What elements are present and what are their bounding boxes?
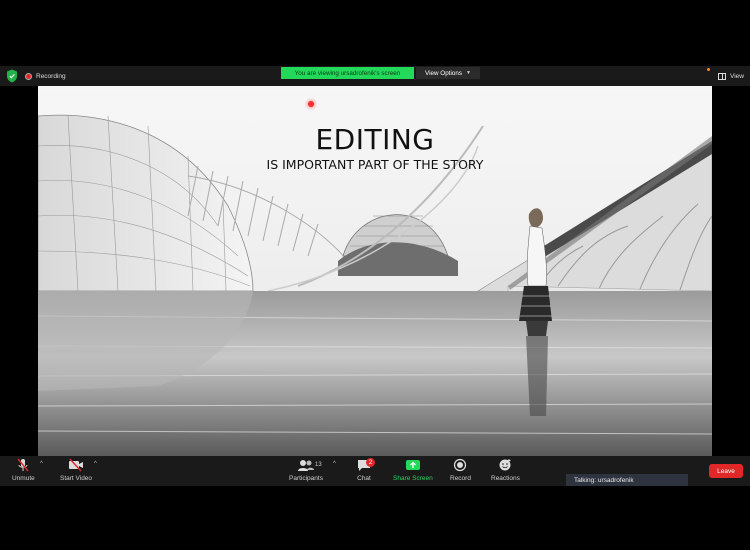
gallery-view-icon — [718, 72, 726, 80]
slide-subtitle: IS IMPORTANT PART OF THE STORY — [266, 157, 484, 172]
microphone-muted-icon — [16, 458, 30, 472]
record-icon — [453, 458, 467, 472]
start-video-label: Start Video — [60, 475, 93, 482]
start-video-button[interactable]: Start Video — [60, 458, 92, 482]
zoom-meeting-window: Recording You are viewing ursadrofenik's… — [0, 0, 750, 550]
participants-count: 13 — [315, 462, 322, 468]
chat-label: Chat — [357, 475, 371, 482]
record-label: Record — [450, 475, 471, 482]
shield-icon[interactable] — [6, 69, 18, 83]
shared-screen: EDITING IS IMPORTANT PART OF THE STORY — [38, 86, 712, 456]
notification-dot — [707, 68, 710, 71]
record-dot-icon — [25, 72, 32, 80]
unmute-label: Unmute — [12, 475, 35, 482]
caret-up-icon[interactable]: ^ — [333, 461, 336, 467]
viewing-banner: You are viewing ursadrofenik's screen — [281, 67, 414, 79]
caret-up-icon[interactable]: ^ — [40, 461, 43, 467]
chat-badge: 2 — [366, 458, 375, 467]
view-options-label: View Options — [425, 69, 463, 77]
reactions-button[interactable]: Reactions — [491, 458, 520, 482]
laser-pointer — [308, 101, 314, 107]
participants-label: Participants — [289, 475, 323, 482]
view-button[interactable]: View — [718, 69, 744, 83]
recording-label: Recording — [36, 72, 66, 80]
view-label: View — [730, 72, 744, 80]
chevron-down-icon: ▼ — [466, 70, 471, 76]
unmute-button[interactable]: Unmute — [12, 458, 35, 482]
reactions-icon — [498, 458, 512, 472]
talking-indicator: Talking: ursadrofenik — [566, 474, 688, 486]
recording-indicator[interactable]: Recording — [25, 69, 66, 83]
top-bar: Recording You are viewing ursadrofenik's… — [0, 66, 750, 86]
reactions-label: Reactions — [491, 475, 520, 482]
leave-button[interactable]: Leave — [709, 464, 743, 478]
share-screen-button[interactable]: Share Screen — [393, 458, 433, 482]
slide-title: EDITING — [315, 123, 435, 156]
video-off-icon — [68, 458, 84, 472]
record-button[interactable]: Record — [450, 458, 471, 482]
participants-icon — [297, 458, 315, 472]
caret-up-icon[interactable]: ^ — [94, 461, 97, 467]
share-screen-label: Share Screen — [393, 475, 433, 482]
share-screen-icon — [405, 458, 421, 472]
view-options-button[interactable]: View Options ▼ — [416, 67, 480, 79]
